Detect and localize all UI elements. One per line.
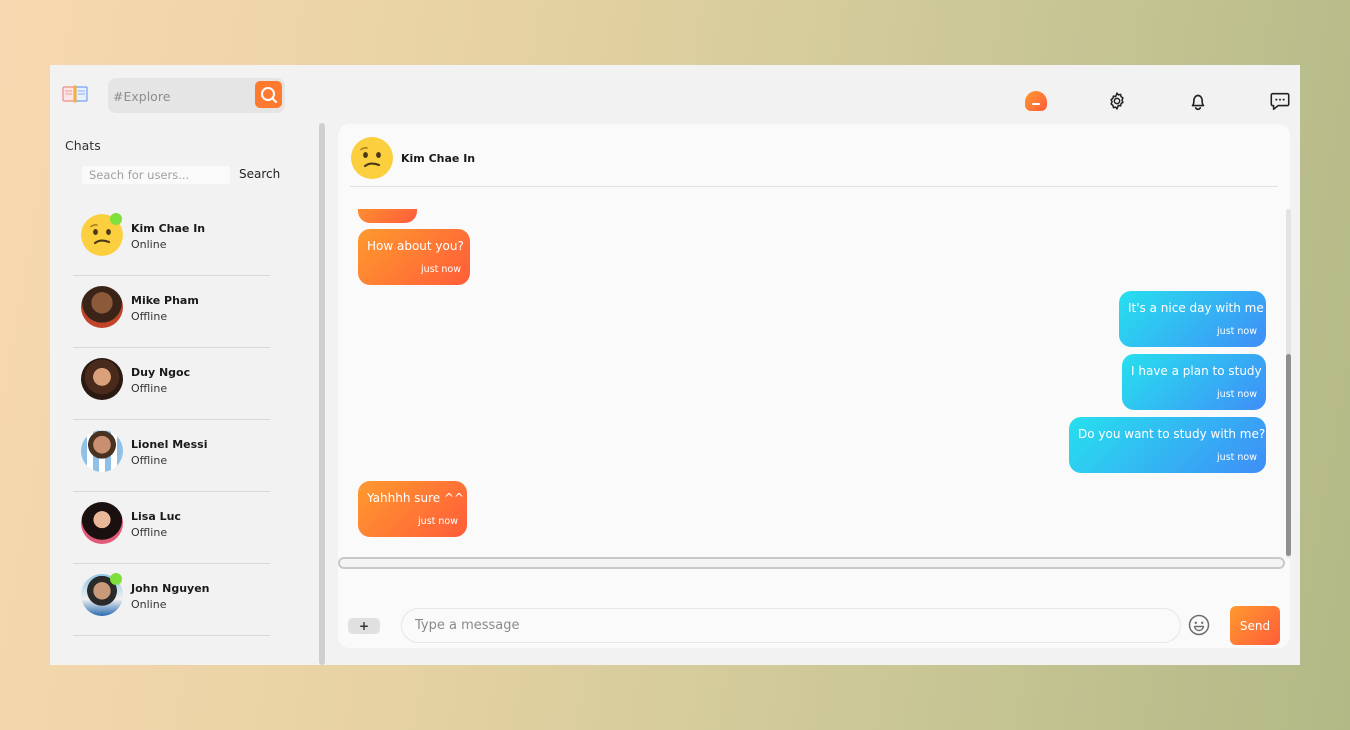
chat-app-window: Chats Search Kim Chae In Online Mike Pha… <box>50 65 1300 665</box>
user-search-input[interactable] <box>82 166 230 184</box>
contact-name: Duy Ngoc <box>131 366 191 379</box>
profile-avatar-button[interactable] <box>1024 89 1048 113</box>
contact-status: Offline <box>131 382 168 395</box>
message-icon <box>1270 92 1290 111</box>
contact-item-mike-pham[interactable]: Mike Pham Offline <box>73 276 270 348</box>
message-time: just now <box>418 516 458 527</box>
message-time: just now <box>1217 452 1257 463</box>
notifications-button[interactable] <box>1186 89 1210 113</box>
contact-avatar <box>81 358 123 400</box>
search-icon <box>260 86 277 103</box>
message-scroll-thumb[interactable] <box>1286 354 1291 556</box>
online-indicator <box>110 573 122 585</box>
message-bubble-outgoing: It's a nice day with me just now <box>1119 291 1266 347</box>
gear-icon <box>1110 92 1124 110</box>
online-indicator <box>110 213 122 225</box>
chat-contact-name: Kim Chae In <box>401 152 476 165</box>
contact-name: Mike Pham <box>131 294 199 307</box>
message-horizontal-scrollbar[interactable] <box>338 557 1285 569</box>
user-search-button[interactable]: Search <box>239 167 280 181</box>
messages-button[interactable] <box>1268 89 1292 113</box>
message-time: just now <box>1217 389 1257 400</box>
contact-item-lisa-luc[interactable]: Lisa Luc Offline <box>73 492 270 564</box>
message-time: just now <box>1217 326 1257 337</box>
sidebar: Chats Search Kim Chae In Online Mike Pha… <box>50 123 318 665</box>
contact-name: Lisa Luc <box>131 510 181 523</box>
contact-avatar <box>81 430 123 472</box>
explore-search-box <box>108 78 285 113</box>
contact-name: Kim Chae In <box>131 222 206 235</box>
message-bubble-partial <box>358 209 417 223</box>
contact-name: John Nguyen <box>131 582 210 595</box>
contact-name: Lionel Messi <box>131 438 208 451</box>
contact-status: Offline <box>131 310 168 323</box>
message-text: How about you? <box>367 239 464 253</box>
settings-button[interactable] <box>1105 89 1129 113</box>
explore-search-button[interactable] <box>255 81 282 108</box>
confused-emoji-avatar <box>351 137 393 179</box>
contact-avatar <box>81 286 123 328</box>
message-bubble-incoming: Yahhhh sure ^^ just now <box>358 481 467 537</box>
message-bubble-incoming: How about you? just now <box>358 229 470 285</box>
contact-avatar <box>81 502 123 544</box>
sidebar-scrollbar[interactable] <box>319 123 325 665</box>
message-text: Do you want to study with me? <box>1078 427 1266 441</box>
message-composer: + Send <box>338 603 1290 648</box>
chat-header: Kim Chae In <box>350 124 1278 187</box>
contact-item-lionel-messi[interactable]: Lionel Messi Offline <box>73 420 270 492</box>
bell-icon <box>1191 94 1205 111</box>
send-button[interactable]: Send <box>1230 606 1280 645</box>
message-text: I have a plan to study <box>1131 364 1262 378</box>
message-bubble-outgoing: I have a plan to study just now <box>1122 354 1266 410</box>
contact-item-kim-chae-in[interactable]: Kim Chae In Online <box>73 204 270 276</box>
message-text: It's a nice day with me <box>1128 301 1264 315</box>
contact-status: Online <box>131 238 167 251</box>
explore-input[interactable] <box>113 86 253 106</box>
chat-panel: Kim Chae In How about you? just now It's… <box>338 124 1291 648</box>
contact-status: Offline <box>131 526 168 539</box>
message-bubble-outgoing: Do you want to study with me? just now <box>1069 417 1266 473</box>
message-text: Yahhhh sure ^^ <box>367 491 465 505</box>
contact-item-duy-ngoc[interactable]: Duy Ngoc Offline <box>73 348 270 420</box>
profile-avatar-icon <box>1025 91 1047 111</box>
message-input[interactable] <box>401 608 1181 643</box>
attach-button[interactable]: + <box>348 618 380 634</box>
smiley-icon[interactable] <box>1188 614 1210 636</box>
message-time: just now <box>421 264 461 275</box>
book-icon[interactable] <box>62 85 88 103</box>
contact-status: Offline <box>131 454 168 467</box>
message-list: How about you? just now It's a nice day … <box>338 209 1278 554</box>
contact-status: Online <box>131 598 167 611</box>
contact-item-john-nguyen[interactable]: John Nguyen Online <box>73 564 270 636</box>
sidebar-title: Chats <box>65 138 101 153</box>
